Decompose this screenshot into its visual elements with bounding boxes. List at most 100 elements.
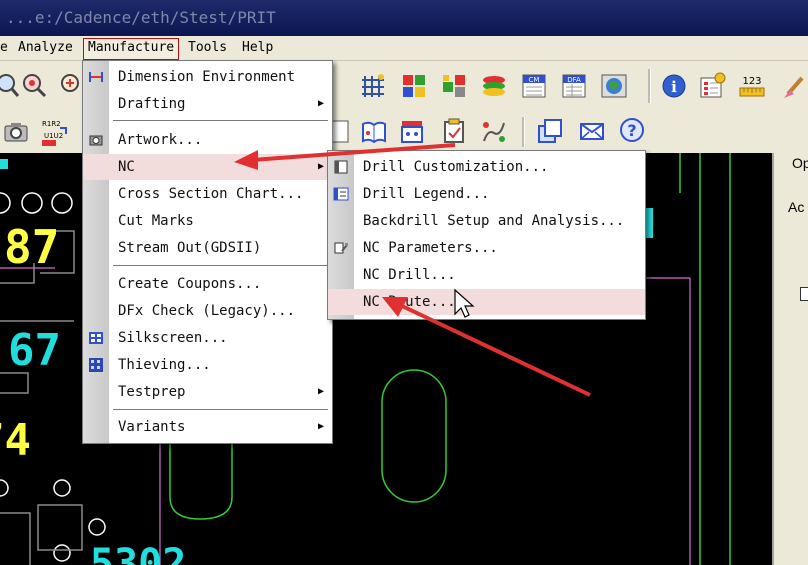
- copy-window-icon[interactable]: [536, 117, 564, 145]
- menu-item-label: Drafting: [118, 96, 186, 112]
- menu-manufacture[interactable]: Manufacture: [83, 38, 180, 60]
- book-icon[interactable]: [360, 117, 388, 145]
- help-icon[interactable]: ?: [618, 116, 646, 144]
- menu-item-label: Cross Section Chart...: [118, 186, 304, 202]
- measure-icon-label: 123: [742, 76, 761, 87]
- submenu-item-label: NC Parameters...: [363, 240, 498, 256]
- submenu-item-label: NC Drill...: [363, 267, 456, 283]
- submenu-item-nc-route[interactable]: NC Route...: [328, 289, 645, 315]
- menu-item-dfx-check[interactable]: DFx Check (Legacy)...: [83, 298, 332, 324]
- drill-table-icon[interactable]: [398, 117, 426, 145]
- camera-icon[interactable]: [2, 118, 30, 146]
- brush-icon[interactable]: [780, 72, 808, 100]
- submenu-item-label: Drill Legend...: [363, 186, 490, 202]
- menu-bar: e Analyze Manufacture Tools Help: [0, 36, 808, 61]
- toolbar-separator-2: [522, 117, 525, 147]
- manufacture-menu: Dimension Environment Drafting ▶ Artwork…: [82, 60, 333, 444]
- submenu-arrow-icon: ▶: [317, 386, 324, 397]
- svg-text:?: ?: [627, 121, 636, 140]
- options-panel: Op Ac: [772, 153, 808, 565]
- silk-label-5302: 5302: [90, 541, 186, 565]
- menu-item-nc[interactable]: NC ▶: [83, 154, 332, 180]
- svg-text:i: i: [671, 78, 677, 96]
- menu-item-stream-out[interactable]: Stream Out(GDSII): [83, 235, 332, 261]
- dfa-icon[interactable]: DFA: [560, 72, 588, 100]
- menu-item-drafting[interactable]: Drafting ▶: [83, 91, 332, 117]
- menu-item-cross-section-chart[interactable]: Cross Section Chart...: [83, 181, 332, 207]
- nc-submenu: Drill Customization... Drill Legend... B…: [327, 150, 646, 320]
- submenu-item-backdrill-setup[interactable]: Backdrill Setup and Analysis...: [328, 208, 645, 234]
- options-tab[interactable]: Op: [792, 155, 808, 171]
- thieving-icon: [89, 358, 103, 372]
- silk-label-74: 74: [0, 415, 31, 466]
- submenu-item-drill-customization[interactable]: Drill Customization...: [328, 154, 645, 180]
- stack-icon[interactable]: [480, 72, 508, 100]
- info-icon[interactable]: i: [660, 72, 688, 100]
- submenu-arrow-icon: ▶: [317, 421, 324, 432]
- cm-icon[interactable]: CM: [520, 72, 548, 100]
- layer-visibility-icon[interactable]: [440, 72, 468, 100]
- submenu-item-nc-drill[interactable]: NC Drill...: [328, 262, 645, 288]
- menu-item-artwork[interactable]: Artwork...: [83, 127, 332, 153]
- submenu-item-label: NC Route...: [363, 294, 456, 310]
- menu-separator: [113, 120, 328, 123]
- menu-item-label: DFx Check (Legacy)...: [118, 303, 296, 319]
- menu-item-label: Variants: [118, 419, 186, 435]
- clipboard-icon[interactable]: [440, 117, 468, 145]
- menu-item-label: Artwork...: [118, 132, 203, 148]
- globe-icon[interactable]: [600, 72, 628, 100]
- menu-item-label: NC: [118, 159, 135, 175]
- menu-item-label: Stream Out(GDSII): [118, 240, 262, 256]
- menu-item-thieving[interactable]: Thieving...: [83, 352, 332, 378]
- menu-separator: [113, 409, 328, 412]
- u1u2-label: U1U2: [44, 132, 63, 140]
- dimension-icon: [89, 72, 103, 82]
- menu-item-variants[interactable]: Variants ▶: [83, 414, 332, 440]
- silkscreen-icon: [89, 332, 103, 344]
- window-title: ...e:/Cadence/eth/Stest/PRIT: [6, 8, 276, 27]
- zoom-out-icon[interactable]: [0, 71, 20, 99]
- options-label: Ac: [788, 199, 805, 215]
- route-icon[interactable]: [480, 117, 508, 145]
- menu-edit[interactable]: e: [0, 38, 12, 58]
- drill-customization-icon: [334, 160, 348, 174]
- menu-tools[interactable]: Tools: [184, 38, 231, 58]
- component-outlines: [0, 230, 83, 565]
- menu-analyze[interactable]: Analyze: [14, 38, 77, 58]
- zoom-in-icon[interactable]: [20, 71, 48, 99]
- window-title-bar: ...e:/Cadence/eth/Stest/PRIT: [0, 0, 808, 36]
- submenu-item-drill-legend[interactable]: Drill Legend...: [328, 181, 645, 207]
- menu-item-label: Silkscreen...: [118, 330, 228, 346]
- menu-item-testprep[interactable]: Testprep ▶: [83, 379, 332, 405]
- zoom-fit-icon[interactable]: [56, 71, 84, 99]
- menu-item-label: Dimension Environment: [118, 69, 296, 85]
- cm-icon-label: CM: [529, 76, 540, 84]
- nc-parameters-icon: [334, 242, 348, 254]
- menu-separator: [113, 265, 328, 268]
- submenu-item-nc-parameters[interactable]: NC Parameters...: [328, 235, 645, 261]
- options-checkbox[interactable]: [800, 287, 808, 301]
- menu-item-silkscreen[interactable]: Silkscreen...: [83, 325, 332, 351]
- properties-icon[interactable]: [698, 72, 726, 100]
- submenu-arrow-icon: ▶: [317, 161, 324, 172]
- menu-item-dimension-environment[interactable]: Dimension Environment: [83, 64, 332, 90]
- rename-refdes-icon[interactable]: R1R2 U1U2: [40, 116, 72, 148]
- menu-item-label: Create Coupons...: [118, 276, 262, 292]
- envelope-icon[interactable]: [578, 117, 606, 145]
- grid-icon[interactable]: [359, 72, 387, 100]
- drill-legend-icon: [333, 187, 349, 201]
- menu-item-label: Testprep: [118, 384, 186, 400]
- submenu-item-label: Drill Customization...: [363, 159, 549, 175]
- menu-item-label: Thieving...: [118, 357, 211, 373]
- measure-icon[interactable]: 123: [738, 72, 766, 100]
- submenu-item-label: Backdrill Setup and Analysis...: [363, 213, 625, 229]
- menu-item-create-coupons[interactable]: Create Coupons...: [83, 271, 332, 297]
- silk-label-87: 87: [4, 220, 59, 274]
- submenu-arrow-icon: ▶: [317, 98, 324, 109]
- menu-help[interactable]: Help: [238, 38, 277, 58]
- menu-item-cut-marks[interactable]: Cut Marks: [83, 208, 332, 234]
- r1r2-label: R1R2: [42, 120, 61, 128]
- artwork-icon: [89, 135, 103, 146]
- menu-item-label: Cut Marks: [118, 213, 194, 229]
- color-layers-icon[interactable]: [400, 72, 428, 100]
